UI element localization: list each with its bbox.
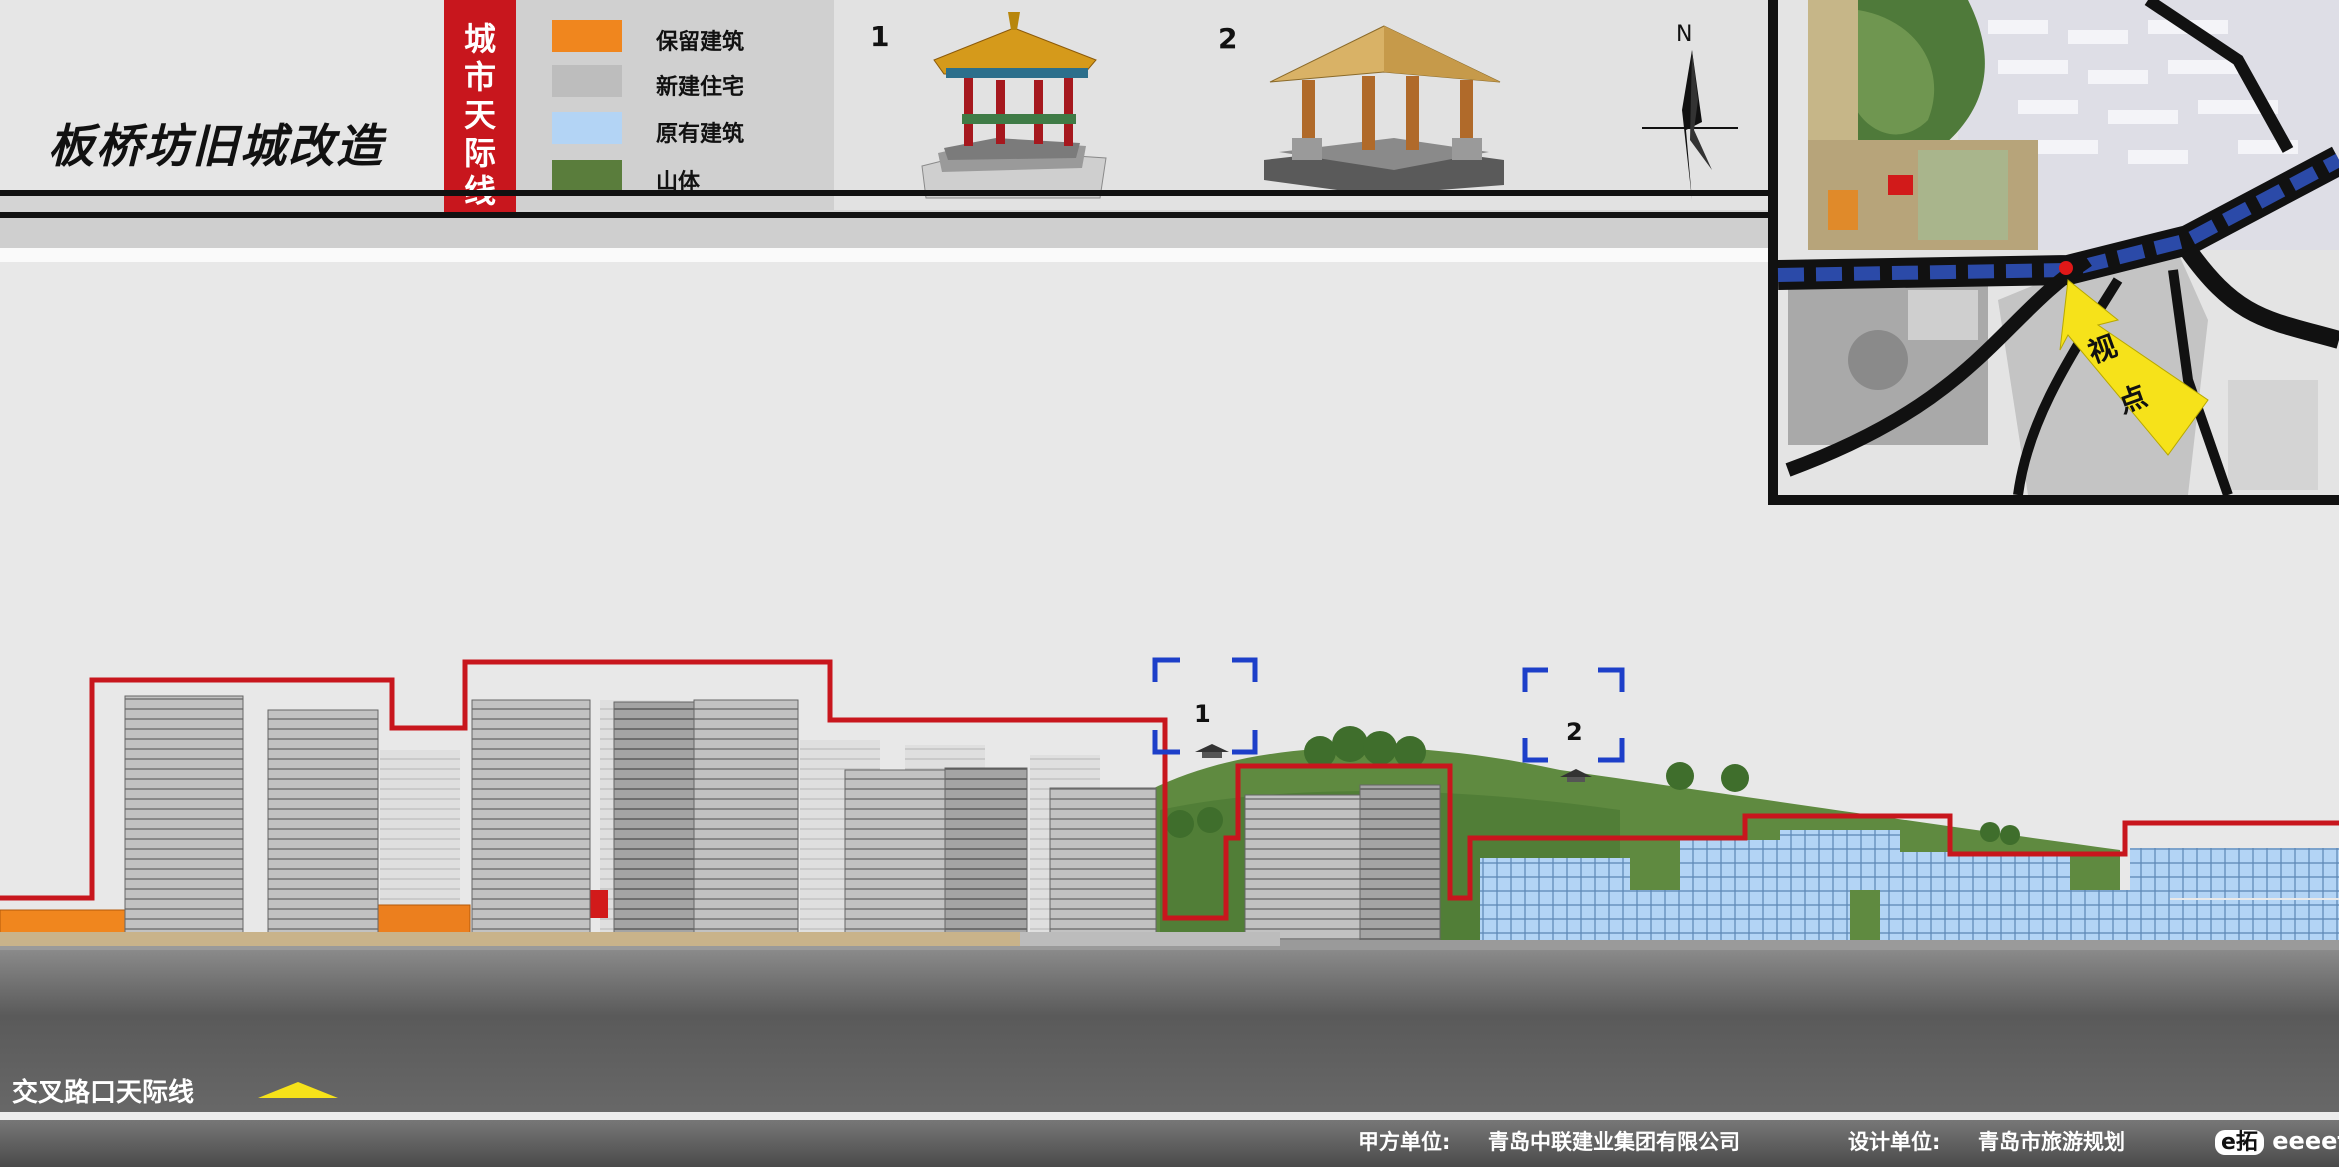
legend-swatch-existing	[552, 112, 622, 144]
page-title: 板桥坊旧城改造	[48, 119, 384, 173]
site-logo: e拓	[2215, 1130, 2264, 1155]
callout-number: 2	[1566, 718, 1583, 746]
tag-char: 线	[444, 166, 516, 212]
legend-label: 新建住宅	[656, 75, 745, 100]
road-edge	[0, 1112, 2339, 1120]
intersection-label: 交叉路口天际线	[12, 1078, 195, 1108]
legend-label: 原有建筑	[656, 122, 745, 147]
site-watermark: e拓 eeeetop.com	[2215, 1124, 2339, 1156]
site-url: eeeetop.com	[2272, 1127, 2339, 1155]
divider-strip	[0, 248, 1768, 262]
pavilion-number: 2	[1218, 22, 1238, 55]
skyline-section	[0, 657, 2339, 960]
pavilion-2-image	[1264, 25, 1504, 195]
designer-label: 设计单位:	[1848, 1130, 1941, 1154]
key-map	[1768, 0, 2339, 505]
pavilion-1-image	[921, 12, 1107, 199]
designer-name: 青岛市旅游规划	[1978, 1130, 2125, 1154]
divider-strip	[0, 218, 1768, 248]
road-foreground	[0, 950, 2339, 1115]
legend-swatch-preserved	[552, 20, 622, 52]
compass-label: N	[1676, 22, 1693, 47]
legend-swatch-new-residential	[552, 65, 622, 97]
legend: 保留建筑 新建住宅 原有建筑 山体	[516, 0, 834, 210]
client-label: 甲方单位:	[1358, 1130, 1451, 1154]
legend-label: 保留建筑	[656, 30, 745, 55]
skyline-tag: 城 市 天 际 线	[444, 0, 516, 216]
divider	[0, 190, 1768, 196]
north-arrow-icon	[1642, 50, 1738, 200]
client-name: 青岛中联建业集团有限公司	[1488, 1130, 1740, 1154]
legend-swatch-mountain	[552, 160, 622, 192]
callout-number: 1	[1194, 700, 1211, 728]
pavilion-area: 1 2 N	[834, 0, 1768, 210]
pavilion-number: 1	[870, 20, 890, 53]
yellow-arrow-icon	[258, 1082, 338, 1098]
